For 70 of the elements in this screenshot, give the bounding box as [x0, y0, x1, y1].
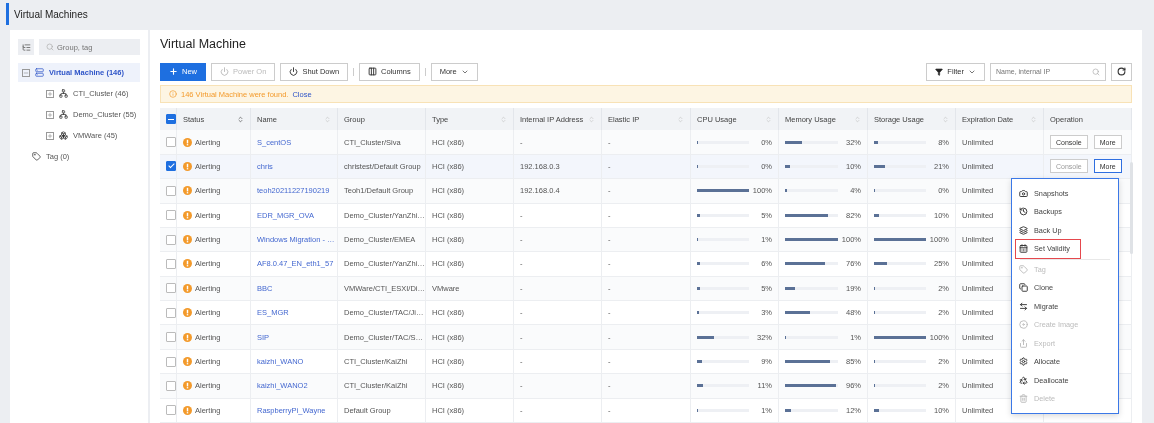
alert-icon — [183, 235, 192, 245]
refresh-icon — [1117, 67, 1126, 77]
expand-icon[interactable] — [46, 89, 54, 98]
alert-icon — [183, 332, 192, 342]
section-title: Virtual Machine — [160, 37, 247, 53]
alert-icon — [183, 210, 192, 220]
network-icon — [59, 110, 68, 119]
search-icon — [1092, 67, 1100, 76]
checkbox[interactable] — [166, 234, 176, 245]
checkbox[interactable] — [166, 114, 176, 125]
camera-icon — [1019, 188, 1028, 198]
sort-icon[interactable] — [765, 115, 772, 123]
checkbox[interactable] — [166, 161, 176, 172]
tag-icon — [1019, 264, 1028, 274]
sort-icon[interactable] — [1030, 115, 1037, 123]
alert-icon — [183, 357, 192, 367]
refresh-button[interactable] — [1111, 62, 1132, 81]
checkbox[interactable] — [166, 380, 176, 391]
columns-icon — [368, 67, 378, 77]
server-icon — [35, 68, 44, 77]
alert-icon — [183, 186, 192, 196]
calendar-icon — [1019, 244, 1028, 254]
checkbox[interactable] — [166, 137, 176, 147]
alert-icon — [183, 308, 192, 318]
alert-icon — [183, 381, 192, 391]
recycle-icon — [1019, 375, 1028, 385]
page-title: Virtual Machines — [6, 3, 1142, 25]
alert-icon — [183, 161, 192, 171]
history-icon — [1019, 207, 1028, 217]
copy-icon — [1019, 283, 1028, 293]
checkbox[interactable] — [166, 185, 176, 196]
checkbox[interactable] — [166, 405, 176, 416]
sort-icon[interactable] — [677, 115, 684, 123]
list-view-button[interactable] — [18, 39, 34, 55]
checkbox[interactable] — [166, 283, 176, 294]
power-icon — [289, 67, 299, 77]
checkbox[interactable] — [166, 210, 176, 221]
scrollbar[interactable] — [1130, 162, 1133, 254]
expand-icon[interactable] — [46, 110, 54, 119]
boxes-icon — [59, 131, 68, 140]
checkbox[interactable] — [166, 356, 176, 367]
sort-icon[interactable] — [500, 115, 507, 123]
alert-icon — [183, 283, 192, 293]
disc-icon — [1019, 320, 1028, 330]
alert-icon — [183, 137, 192, 147]
collapse-icon[interactable] — [22, 68, 30, 77]
network-icon — [59, 89, 68, 98]
sort-icon[interactable] — [588, 115, 595, 123]
alert-icon — [183, 405, 192, 415]
search-icon — [46, 43, 54, 51]
tag-icon — [32, 152, 41, 161]
sort-icon[interactable] — [854, 115, 861, 123]
alert-icon — [183, 259, 192, 269]
power-icon — [220, 67, 229, 77]
expand-icon[interactable] — [46, 131, 54, 140]
stack-icon — [1019, 225, 1028, 235]
plus-icon — [169, 67, 178, 77]
trash-icon — [1019, 394, 1028, 404]
checkbox[interactable] — [166, 258, 176, 269]
sort-icon[interactable] — [237, 115, 244, 123]
sort-icon[interactable] — [942, 115, 949, 123]
gear-icon — [1019, 357, 1028, 367]
checkbox[interactable] — [166, 332, 176, 343]
export-icon — [1019, 338, 1028, 348]
swap-icon — [1019, 301, 1028, 311]
checkbox[interactable] — [166, 307, 176, 318]
filter-icon — [935, 67, 944, 76]
list-icon — [21, 42, 31, 52]
info-icon — [169, 90, 177, 99]
sort-icon[interactable] — [324, 115, 331, 123]
